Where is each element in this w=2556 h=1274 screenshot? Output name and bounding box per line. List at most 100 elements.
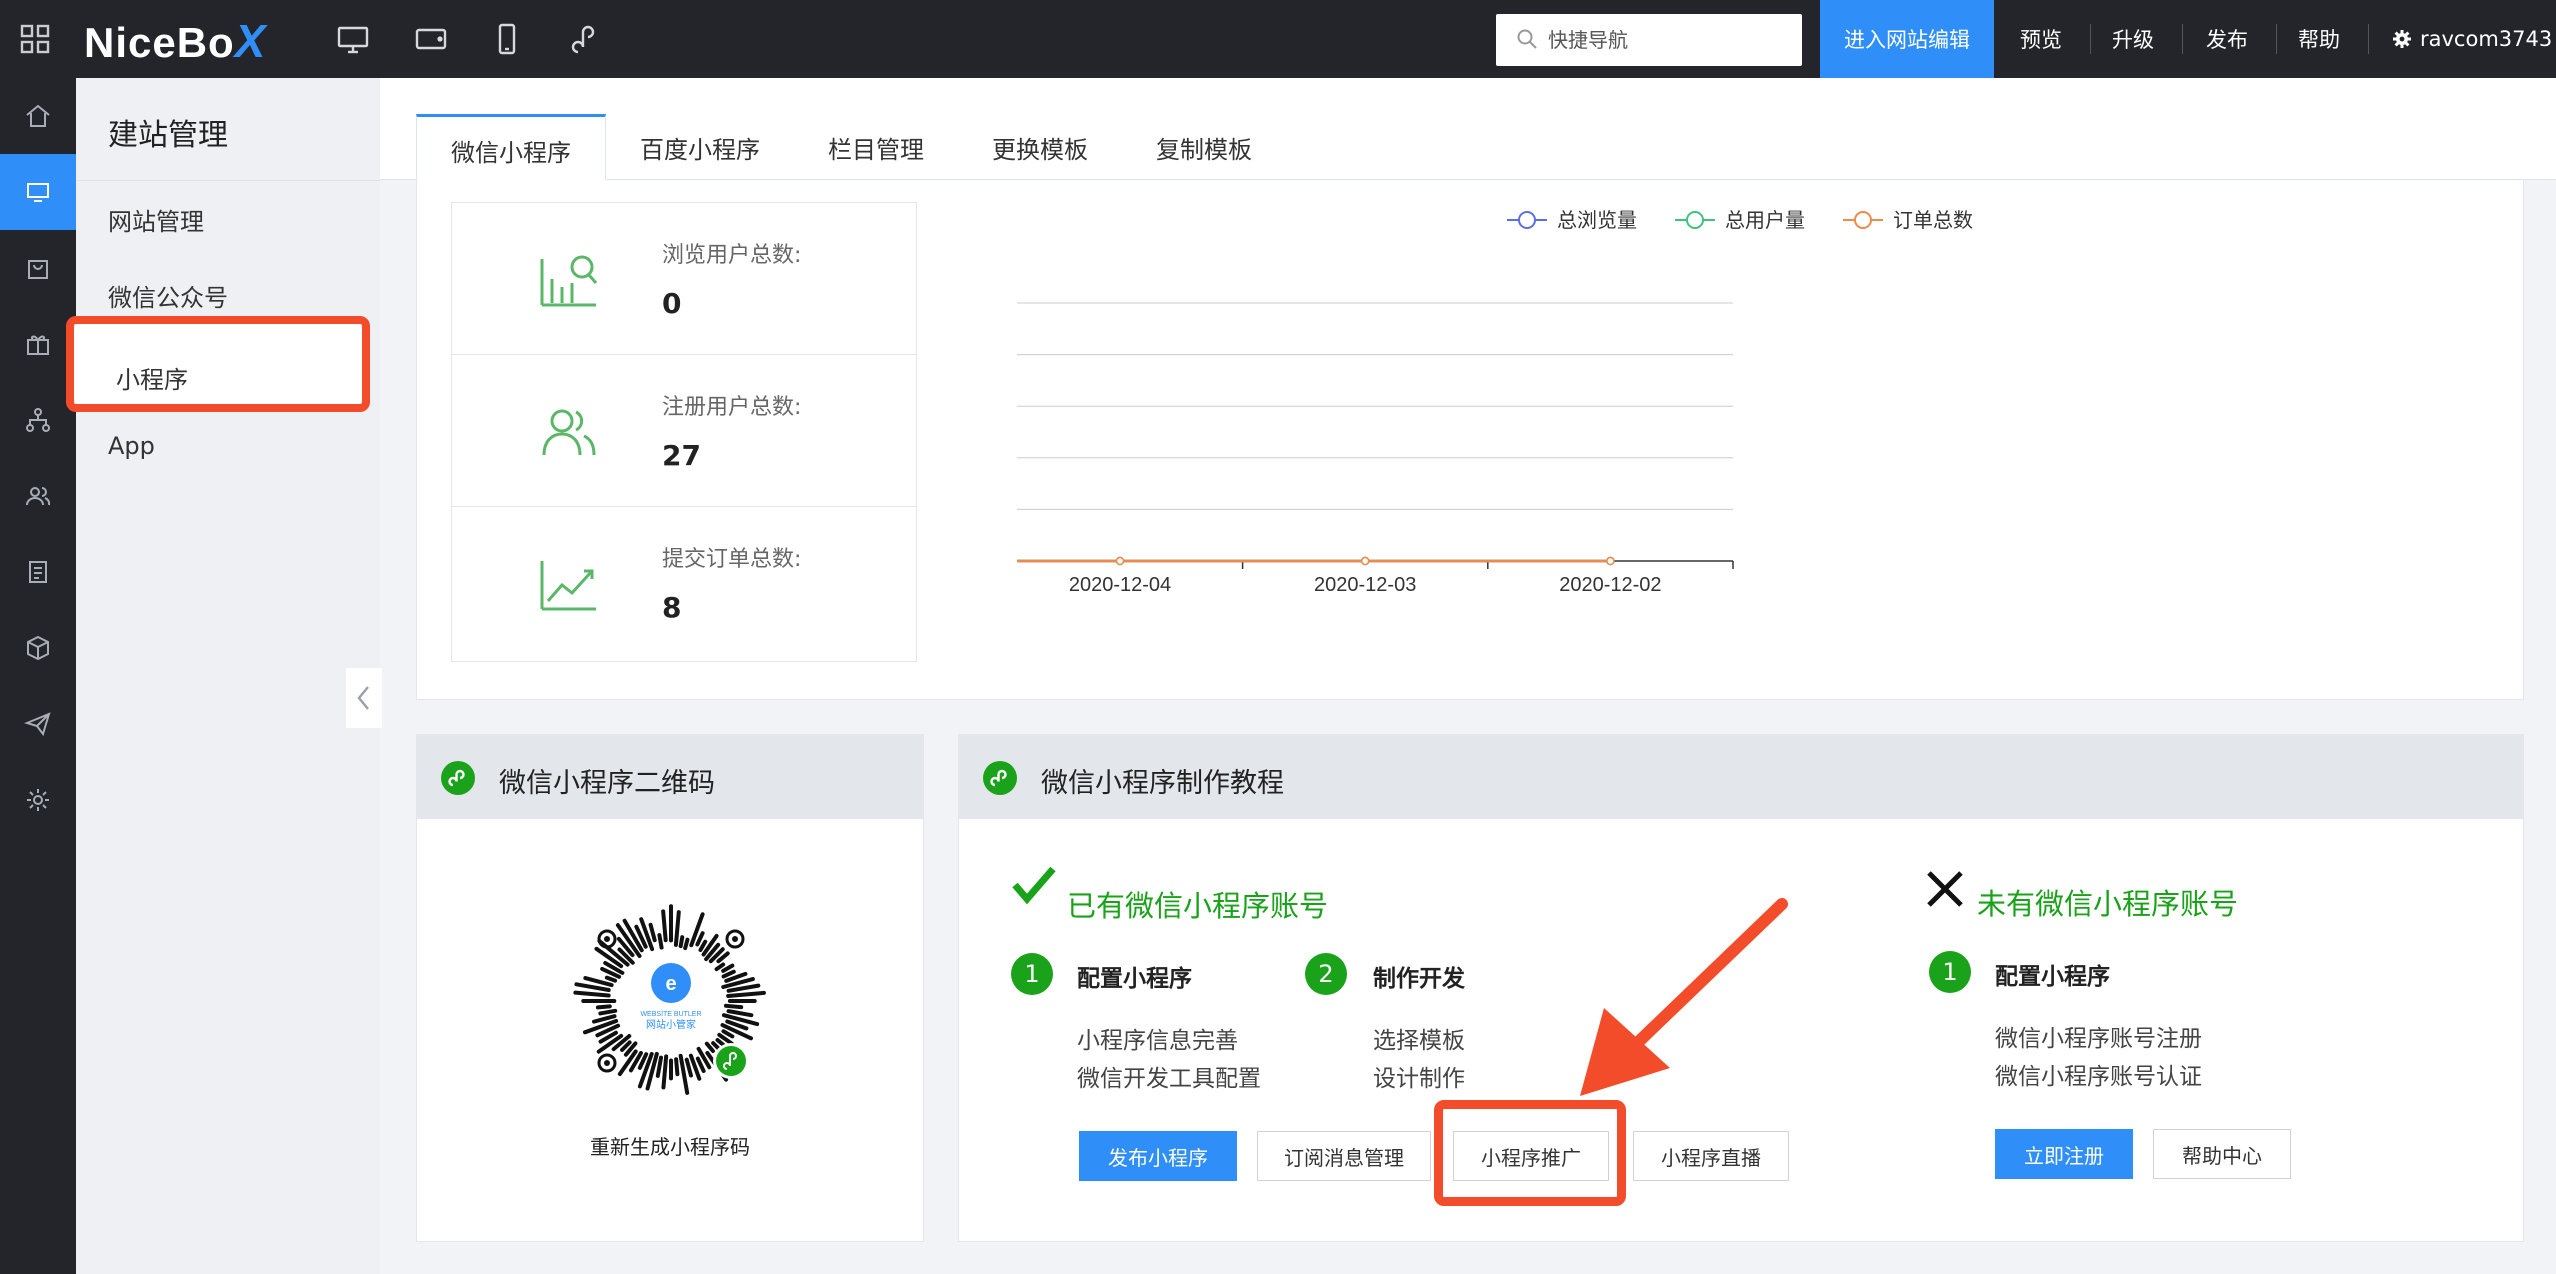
step-title: 配置小程序: [1995, 964, 2110, 990]
rail-modules[interactable]: [0, 610, 76, 686]
top-bar: NiceBoX 进入网站编辑 预览 升级 发布 帮助 ravcom3743: [0, 0, 2556, 78]
cross-icon: [1927, 871, 1963, 907]
mini-program-logo-icon: [983, 761, 1017, 795]
card-header: 微信小程序制作教程: [959, 735, 2523, 819]
rail-settings[interactable]: [0, 762, 76, 838]
qr-ray: [661, 1054, 669, 1090]
step-title: 制作开发: [1373, 966, 1465, 992]
icon-rail: [0, 78, 76, 1274]
step-number: 1: [1929, 951, 1971, 993]
document-icon: [29, 561, 47, 583]
step-detail: 微信开发工具配置: [1077, 1066, 1261, 1092]
tab-bar: 微信小程序 百度小程序 栏目管理 更换模板 复制模板: [380, 78, 2556, 180]
help-link[interactable]: 帮助: [2298, 0, 2340, 78]
legend-marker: [1686, 211, 1704, 229]
stat-label: 注册用户总数:: [662, 395, 802, 420]
tab-copy-template[interactable]: 复制模板: [1156, 114, 1252, 180]
separator: [2182, 24, 2183, 54]
stat-label: 浏览用户总数:: [662, 243, 802, 268]
quick-nav-search[interactable]: [1496, 14, 1802, 66]
qr-ray: [721, 969, 736, 979]
publish-mini-program-button[interactable]: 发布小程序: [1079, 1131, 1237, 1181]
rail-home[interactable]: [0, 78, 76, 154]
checkmark-icon: [1012, 866, 1056, 905]
trend-line-icon: [540, 561, 596, 611]
settings-icon: [27, 789, 49, 811]
card-title: 微信小程序二维码: [499, 768, 715, 799]
tab-change-template[interactable]: 更换模板: [992, 114, 1088, 180]
tab-column-management[interactable]: 栏目管理: [828, 114, 924, 180]
search-icon: [1517, 29, 1537, 49]
nicebox-logo[interactable]: NiceBoX: [84, 14, 266, 68]
rail-documents[interactable]: [0, 534, 76, 610]
stat-list: 浏览用户总数: 0 注册用户总数: 27 提交订单总数: 8: [451, 202, 917, 662]
rail-structure[interactable]: [0, 382, 76, 458]
data-point: [1115, 556, 1125, 566]
rail-site-management[interactable]: [0, 154, 76, 230]
mini-program-icon[interactable]: [566, 22, 600, 56]
chevron-left-icon: [357, 686, 369, 710]
tab-baidu-mini-program[interactable]: 百度小程序: [640, 114, 760, 180]
users-icon: [26, 487, 51, 506]
desktop-icon[interactable]: [336, 22, 370, 56]
legend-label: 总用户量: [1725, 208, 1805, 232]
upgrade-link[interactable]: 升级: [2112, 0, 2154, 78]
preview-link[interactable]: 预览: [2020, 0, 2062, 78]
step-number: 1: [1011, 953, 1053, 995]
apps-grid-icon[interactable]: [20, 24, 50, 54]
qr-ray: [648, 922, 657, 943]
publish-link[interactable]: 发布: [2206, 0, 2248, 78]
stat-value: 27: [662, 439, 701, 472]
help-center-button[interactable]: 帮助中心: [2153, 1129, 2291, 1179]
stat-value: 0: [662, 287, 682, 320]
promotion-button-highlight: [1434, 1100, 1626, 1206]
stat-label: 提交订单总数:: [662, 547, 802, 572]
legend-marker: [1518, 211, 1536, 229]
qr-ray: [721, 963, 735, 973]
register-now-button[interactable]: 立即注册: [1995, 1129, 2133, 1179]
separator: [2368, 24, 2369, 54]
statistics-panel: 浏览用户总数: 0 注册用户总数: 27 提交订单总数: 8 2020-12-0…: [416, 180, 2524, 700]
qr-ray: [657, 933, 664, 950]
hierarchy-icon: [26, 408, 50, 432]
sidebar-item-wechat-official[interactable]: 微信公众号: [108, 278, 228, 313]
rail-store[interactable]: [0, 230, 76, 306]
qr-ray: [574, 982, 611, 993]
username: ravcom3743: [2420, 27, 2553, 51]
regenerate-qr-link[interactable]: 重新生成小程序码: [417, 1131, 923, 1160]
tab-wechat-mini-program[interactable]: 微信小程序: [416, 114, 606, 180]
has-account-title: 已有微信小程序账号: [1067, 889, 1329, 923]
qr-ray: [695, 1056, 706, 1073]
rail-send[interactable]: [0, 686, 76, 762]
card-title: 微信小程序制作教程: [1041, 768, 1284, 799]
rail-marketing[interactable]: [0, 306, 76, 382]
step-detail: 微信小程序账号认证: [1995, 1064, 2202, 1090]
shopping-bag-icon: [28, 260, 48, 279]
home-icon: [26, 104, 50, 127]
legend-marker: [1854, 211, 1872, 229]
user-menu[interactable]: ravcom3743: [2392, 0, 2552, 78]
site-management-sidebar: 建站管理 网站管理 微信公众号 小程序 App: [66, 78, 380, 1274]
mini-program-qr-code[interactable]: e WEBSITE BUTLER 网站小管家: [571, 901, 771, 1101]
qr-brand-name: 网站小管家: [646, 1018, 696, 1031]
rail-users[interactable]: [0, 458, 76, 534]
sidebar-item-mini-program[interactable]: 小程序: [66, 316, 370, 412]
mobile-icon[interactable]: [490, 22, 524, 56]
card-header: 微信小程序二维码: [417, 735, 923, 819]
subscription-message-button[interactable]: 订阅消息管理: [1257, 1131, 1431, 1181]
sidebar-item-app[interactable]: App: [108, 432, 155, 460]
qr-ray: [678, 935, 685, 949]
enter-site-editor-button[interactable]: 进入网站编辑: [1820, 0, 1994, 78]
qr-ray: [695, 931, 705, 947]
users-icon: [542, 409, 596, 456]
collapse-sidebar-toggle[interactable]: [346, 668, 382, 728]
qr-ray: [595, 1004, 612, 1010]
sidebar-item-website[interactable]: 网站管理: [108, 202, 204, 237]
qr-ray: [655, 1055, 664, 1078]
x-tick-label: 2020-12-03: [1314, 574, 1416, 596]
search-input[interactable]: [1548, 20, 1788, 60]
gift-icon: [27, 335, 49, 355]
tablet-icon[interactable]: [414, 22, 448, 56]
mini-program-live-button[interactable]: 小程序直播: [1633, 1131, 1789, 1181]
bar-chart-search-icon: [540, 255, 598, 307]
